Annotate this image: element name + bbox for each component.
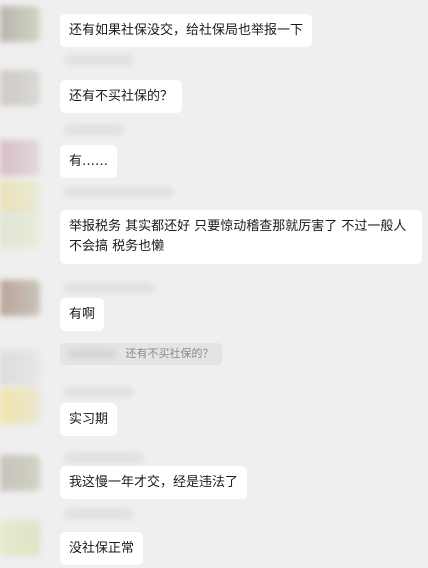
avatar[interactable] [0,455,40,491]
sender-name [64,282,154,294]
avatar[interactable] [0,6,40,42]
sender-name [64,54,134,66]
avatar[interactable] [0,212,40,248]
sender-name [64,186,174,198]
sender-name [64,452,144,464]
sender-name [64,386,134,398]
message-bubble[interactable]: 实习期 [60,403,118,436]
avatar[interactable] [0,280,40,316]
avatar[interactable] [0,70,40,106]
quoted-sender-name [68,349,116,359]
message-bubble[interactable]: 举报税务 其实都还好 只要惊动稽查那就厉害了 不过一般人不会搞 税务也懒 [60,210,422,264]
message-bubble[interactable]: 我这慢一年才交，经是违法了 [60,466,248,499]
avatar[interactable] [0,520,40,556]
message-bubble[interactable]: 没社保正常 [60,532,144,565]
message-bubble[interactable]: 有…… [60,145,118,178]
message-bubble[interactable]: 有啊 [60,298,105,331]
avatar[interactable] [0,350,40,386]
avatar[interactable] [0,388,40,424]
message-bubble[interactable]: 还有如果社保没交，给社保局也举报一下 [60,14,313,47]
sender-name [64,508,134,520]
chat-window: 还有如果社保没交，给社保局也举报一下 还有不买社保的？ 有…… 举报税务 其实都… [0,0,428,568]
quoted-reply[interactable]: 还有不买社保的？ [60,343,222,365]
sender-name [64,124,124,136]
avatar[interactable] [0,180,40,216]
avatar[interactable] [0,140,40,176]
quoted-text: 还有不买社保的？ [125,347,214,360]
message-bubble[interactable]: 还有不买社保的？ [60,80,183,113]
